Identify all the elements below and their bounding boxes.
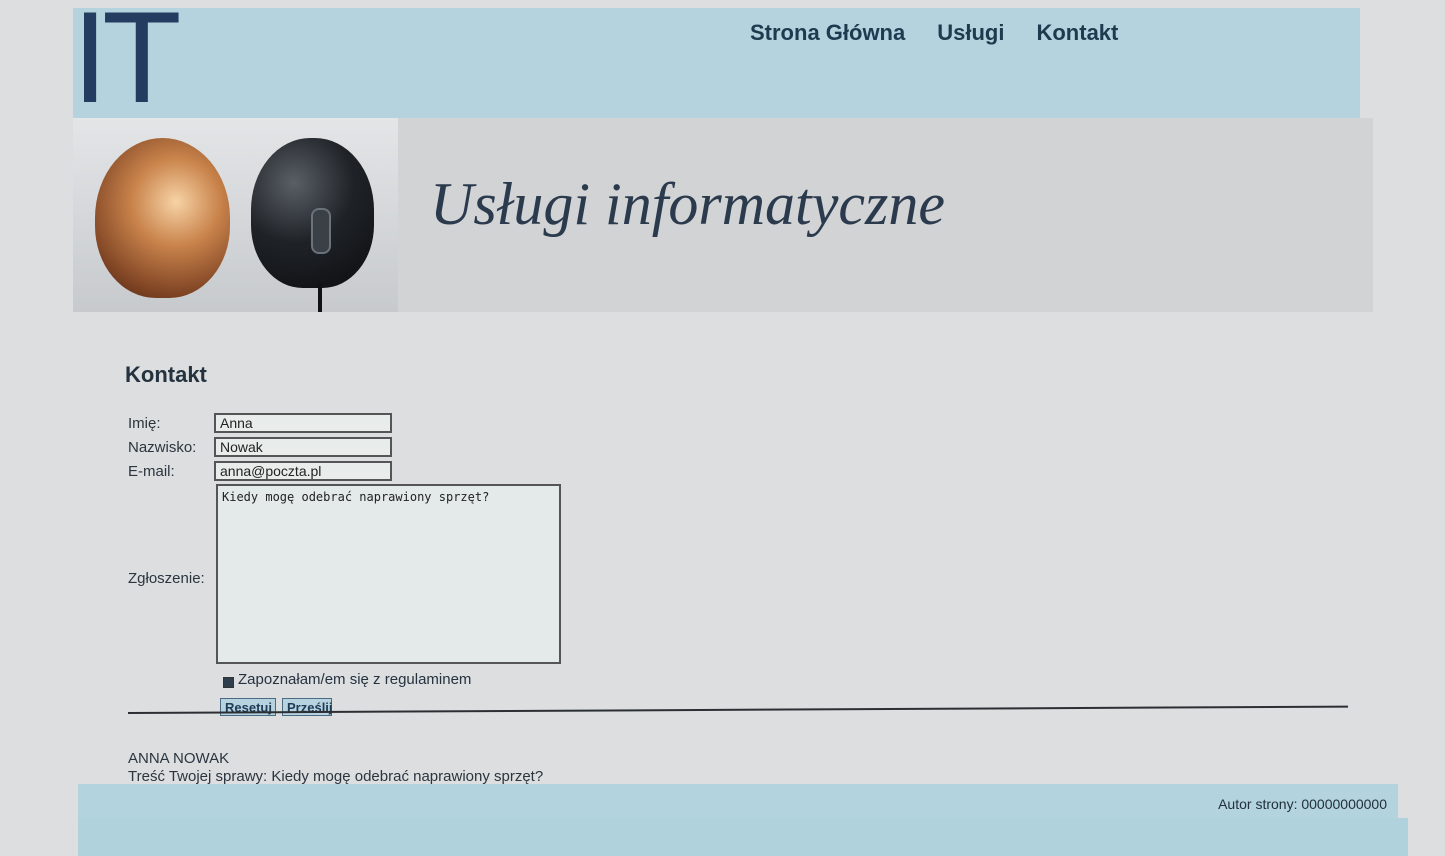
top-bar xyxy=(73,8,1360,128)
result-name: ANNA NOWAK xyxy=(128,750,230,767)
banner-image xyxy=(73,118,398,312)
email-label: E-mail: xyxy=(128,463,175,480)
nav-services[interactable]: Usługi xyxy=(937,20,1004,46)
nav-contact[interactable]: Kontakt xyxy=(1036,20,1118,46)
nav-home[interactable]: Strona Główna xyxy=(750,20,905,46)
section-title: Kontakt xyxy=(125,362,207,387)
first-name-input[interactable] xyxy=(214,413,392,433)
message-label: Zgłoszenie: xyxy=(128,570,205,587)
last-name-label: Nazwisko: xyxy=(128,439,197,456)
terms-checkbox[interactable] xyxy=(223,677,234,688)
result-message: Treść Twojej sprawy: Kiedy mogę odebrać … xyxy=(128,768,544,785)
main-nav: Strona Główna Usługi Kontakt xyxy=(750,20,1118,46)
gold-mouse-image xyxy=(95,138,230,298)
first-name-label: Imię: xyxy=(128,415,161,432)
footer-bottom xyxy=(78,818,1408,856)
submit-button[interactable]: Prześlij xyxy=(282,698,333,716)
footer-author: Autor strony: 00000000000 xyxy=(1218,796,1387,812)
mouse-cable xyxy=(318,283,322,312)
email-input[interactable] xyxy=(214,461,392,481)
terms-checkbox-label: Zapoznałam/em się z regulaminem xyxy=(238,671,472,688)
last-name-input[interactable] xyxy=(214,437,392,457)
mouse-wheel xyxy=(311,208,331,254)
logo-text: IT xyxy=(72,0,182,130)
message-textarea[interactable]: Kiedy mogę odebrać naprawiony sprzęt? xyxy=(216,484,561,664)
banner-title: Usługi informatyczne xyxy=(430,171,945,237)
